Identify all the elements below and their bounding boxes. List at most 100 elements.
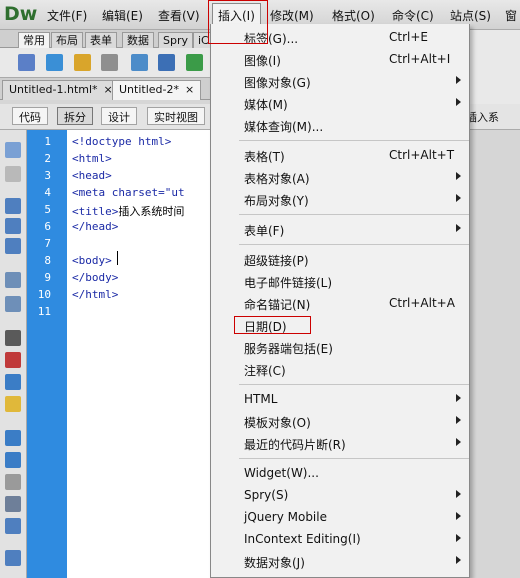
menu-item-label: jQuery Mobile — [244, 510, 327, 524]
tab-common[interactable]: 常用 — [18, 32, 50, 48]
line-number: 1 — [44, 135, 51, 148]
move-css-icon[interactable] — [5, 518, 21, 534]
title-text: 插入系统时间 — [118, 205, 185, 218]
highlight-invalid-code-icon[interactable] — [5, 352, 21, 368]
code-line: </head> — [72, 220, 119, 233]
line-numbers-icon[interactable] — [5, 330, 21, 346]
menu-item-label: 表格(T) — [244, 150, 285, 164]
menu-item-tag[interactable]: 标签(G)... Ctrl+E — [211, 26, 469, 48]
menu-item-label: HTML — [244, 392, 278, 406]
code-editor[interactable]: <!doctype html> <html> <head> <meta char… — [67, 130, 210, 578]
menu-item-image[interactable]: 图像(I) Ctrl+Alt+I — [211, 48, 469, 70]
show-code-navigator-icon[interactable] — [5, 166, 21, 182]
menu-item-server-side-include[interactable]: 服务器端包括(E) — [211, 336, 469, 358]
menu-separator — [239, 140, 469, 141]
indent-code-icon[interactable] — [5, 550, 21, 566]
email-link-icon[interactable] — [46, 54, 63, 71]
menu-item-shortcut: Ctrl+E — [389, 30, 428, 44]
line-number: 10 — [37, 288, 51, 301]
menu-item-jquery-mobile[interactable]: jQuery Mobile — [211, 506, 469, 528]
tab-data[interactable]: 数据 — [122, 32, 154, 48]
menu-item-media[interactable]: 媒体(M) — [211, 92, 469, 114]
tab-layout[interactable]: 布局 — [51, 32, 83, 48]
line-number: 8 — [44, 254, 51, 267]
menu-format[interactable]: 格式(O) — [332, 7, 375, 24]
syntax-error-alerts-icon[interactable] — [5, 396, 21, 412]
image-icon[interactable] — [186, 54, 203, 71]
apply-comment-icon[interactable] — [5, 430, 21, 446]
table-icon[interactable] — [131, 54, 148, 71]
menu-item-shortcut: Ctrl+Alt+I — [389, 52, 451, 66]
tab-spry[interactable]: Spry — [158, 32, 193, 48]
expand-all-icon[interactable] — [5, 238, 21, 254]
doc-tab-untitled-2[interactable]: Untitled-2* × — [112, 80, 202, 100]
submenu-arrow-icon — [456, 534, 461, 542]
document-title-label: 插入系 — [466, 111, 499, 124]
menu-window[interactable]: 窗 — [505, 7, 517, 24]
balance-braces-icon[interactable] — [5, 296, 21, 312]
doc-tab-untitled-1[interactable]: Untitled-1.html* × — [2, 80, 120, 100]
menu-item-media-query[interactable]: 媒体查询(M)... — [211, 114, 469, 136]
submenu-arrow-icon — [456, 194, 461, 202]
insert-dropdown-menu: 标签(G)... Ctrl+E 图像(I) Ctrl+Alt+I 图像对象(G) 媒… — [210, 24, 470, 578]
menu-item-date[interactable]: 日期(D) — [211, 314, 469, 336]
menu-item-template-objects[interactable]: 模板对象(O) — [211, 410, 469, 432]
menu-item-widget[interactable]: Widget(W)... — [211, 462, 469, 484]
menu-item-data-objects[interactable]: 数据对象(J) — [211, 550, 469, 572]
menu-item-named-anchor[interactable]: 命名锚记(N) Ctrl+Alt+A — [211, 292, 469, 314]
menu-item-label: Widget(W)... — [244, 466, 319, 480]
code-line: <!doctype html> — [72, 135, 172, 148]
menu-item-spry[interactable]: Spry(S) — [211, 484, 469, 506]
menu-item-label: 图像对象(G) — [244, 76, 311, 90]
line-number: 3 — [44, 169, 51, 182]
submenu-arrow-icon — [456, 394, 461, 402]
open-documents-icon[interactable] — [5, 142, 21, 158]
menu-item-layout-objects[interactable]: 布局对象(Y) — [211, 188, 469, 210]
menu-item-table-objects[interactable]: 表格对象(A) — [211, 166, 469, 188]
tab-forms[interactable]: 表单 — [85, 32, 117, 48]
menu-item-label: Spry(S) — [244, 488, 289, 502]
code-view-button[interactable]: 代码 — [12, 107, 48, 125]
design-view-button[interactable]: 设计 — [101, 107, 137, 125]
hyperlink-icon[interactable] — [18, 54, 35, 71]
horizontal-rule-icon[interactable] — [101, 54, 118, 71]
named-anchor-icon[interactable] — [74, 54, 91, 71]
split-view-button[interactable]: 拆分 — [57, 107, 93, 125]
close-icon[interactable]: × — [185, 83, 194, 96]
menu-item-label: 表格对象(A) — [244, 172, 310, 186]
menu-item-comment[interactable]: 注释(C) — [211, 358, 469, 380]
menu-site[interactable]: 站点(S) — [450, 7, 491, 24]
live-view-button[interactable]: 实时视图 — [147, 107, 205, 125]
menu-insert[interactable]: 插入(I) — [212, 3, 261, 25]
menu-item-image-objects[interactable]: 图像对象(G) — [211, 70, 469, 92]
menu-item-incontext-editing[interactable]: InContext Editing(I) — [211, 528, 469, 550]
menu-item-html[interactable]: HTML — [211, 388, 469, 410]
menu-separator — [239, 384, 469, 385]
menu-file[interactable]: 文件(F) — [47, 7, 87, 24]
menu-item-form[interactable]: 表单(F) — [211, 218, 469, 240]
code-line: <head> — [72, 169, 112, 182]
menu-item-table[interactable]: 表格(T) Ctrl+Alt+T — [211, 144, 469, 166]
collapse-full-tag-icon[interactable] — [5, 198, 21, 214]
select-parent-tag-icon[interactable] — [5, 272, 21, 288]
div-icon[interactable] — [158, 54, 175, 71]
toolbar-right-area — [470, 30, 520, 104]
menu-item-label: 标签(G)... — [244, 32, 299, 46]
menu-item-label: InContext Editing(I) — [244, 532, 361, 546]
menu-edit[interactable]: 编辑(E) — [102, 7, 143, 24]
code-line: <body> — [72, 254, 112, 267]
recent-snippets-icon[interactable] — [5, 496, 21, 512]
line-number: 11 — [37, 305, 51, 318]
collapse-selection-icon[interactable] — [5, 218, 21, 234]
menu-view[interactable]: 查看(V) — [158, 7, 200, 24]
word-wrap-icon[interactable] — [5, 374, 21, 390]
menu-item-label: 服务器端包括(E) — [244, 342, 333, 356]
menu-item-email-link[interactable]: 电子邮件链接(L) — [211, 270, 469, 292]
menu-commands[interactable]: 命令(C) — [392, 7, 434, 24]
menu-modify[interactable]: 修改(M) — [270, 7, 314, 24]
submenu-arrow-icon — [456, 224, 461, 232]
menu-item-hyperlink[interactable]: 超级链接(P) — [211, 248, 469, 270]
remove-comment-icon[interactable] — [5, 452, 21, 468]
wrap-tag-icon[interactable] — [5, 474, 21, 490]
menu-item-recent-snippets[interactable]: 最近的代码片断(R) — [211, 432, 469, 454]
